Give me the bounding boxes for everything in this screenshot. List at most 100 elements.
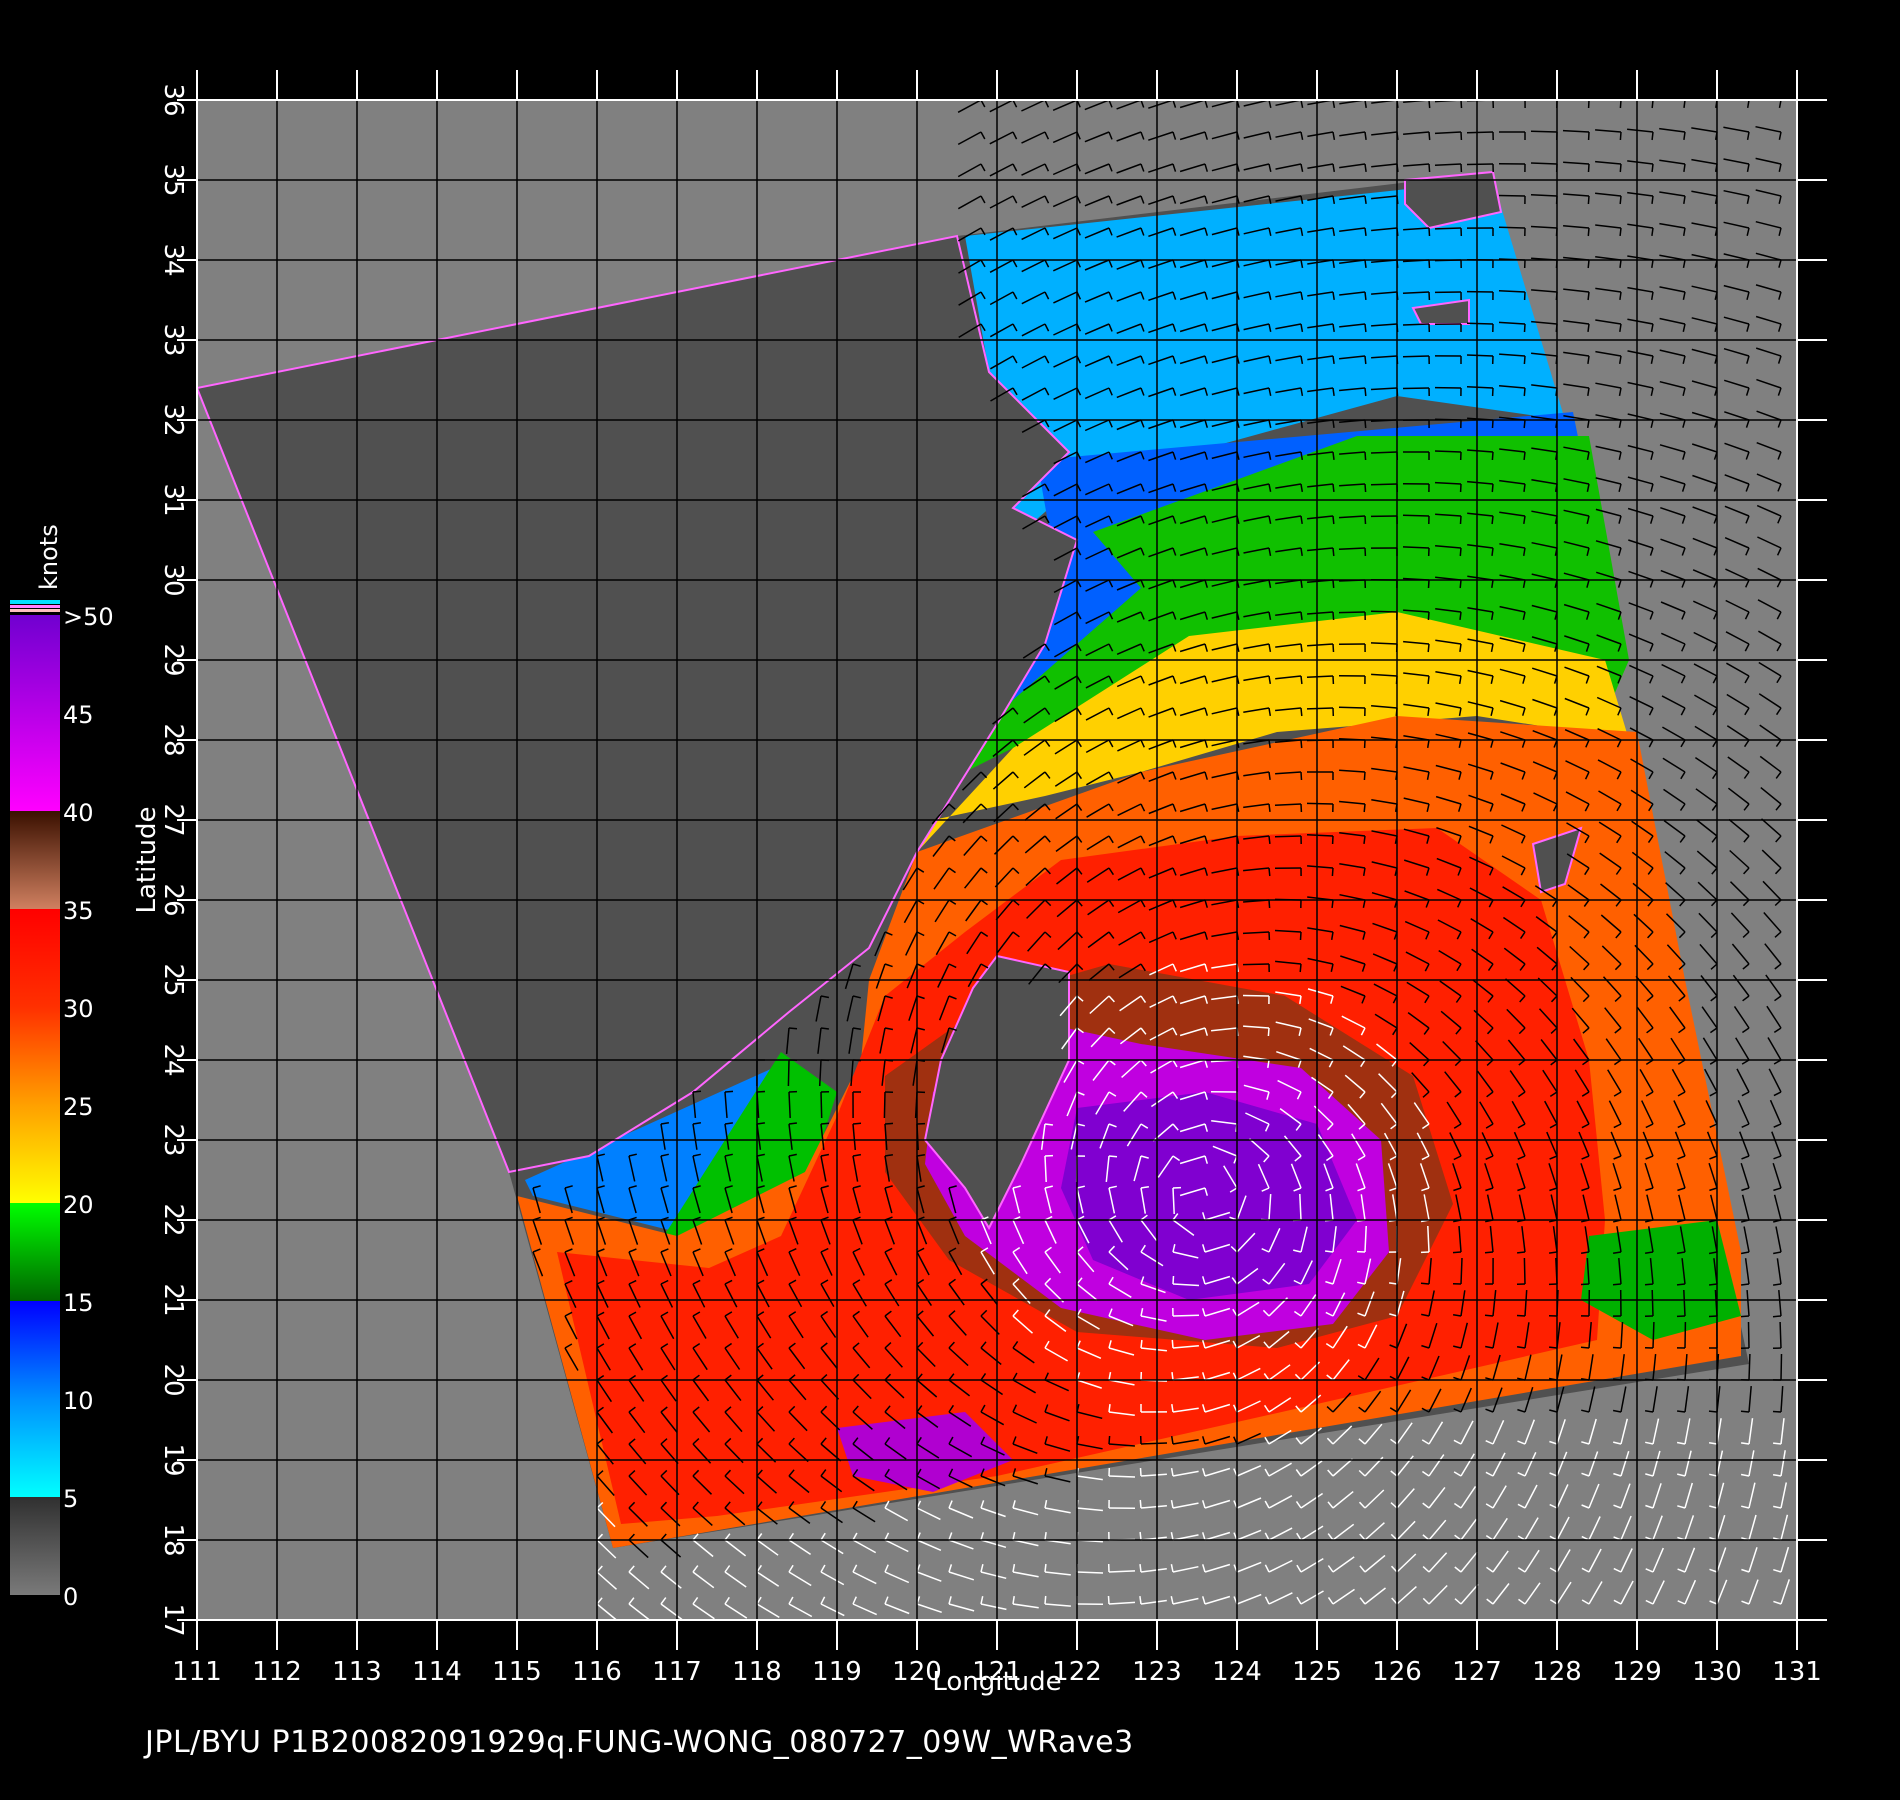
wind-vector-barb	[1612, 1283, 1622, 1286]
wind-vector-barb	[724, 1090, 734, 1093]
wind-vector-barb	[1428, 163, 1431, 173]
wind-vector-barb	[1523, 387, 1526, 397]
wind-vector-barb	[1299, 931, 1302, 941]
colorbar-labels: >50 45 40 35 30 25 20 15 10 5 0	[63, 603, 114, 1611]
wind-vector-barb	[1619, 131, 1622, 141]
colorbar-tick-label: 25	[63, 1093, 94, 1121]
lat-tick-label: 31	[158, 483, 188, 516]
wind-vector-barb	[1740, 1410, 1750, 1413]
wind-vector-barb	[1300, 611, 1303, 620]
wind-vector-barb	[1044, 1563, 1047, 1573]
wind-vector-barb	[1364, 259, 1367, 268]
wind-vector	[820, 1091, 823, 1119]
lat-tick-label: 29	[158, 643, 188, 676]
wind-vector	[1402, 387, 1430, 390]
wind-vector-barb	[1772, 1315, 1782, 1318]
lon-tick-label: 131	[1772, 1657, 1822, 1687]
wind-vector-barb	[1619, 259, 1622, 268]
wind-vector-barb	[1517, 1251, 1526, 1254]
colorbar-tick-label: 5	[63, 1485, 78, 1513]
wind-vector-barb	[852, 1122, 862, 1125]
colorbar-bar	[10, 615, 60, 1595]
wind-vector-barb	[1587, 163, 1590, 173]
wind-vector	[1434, 227, 1462, 230]
wind-vector-barb	[1331, 867, 1334, 877]
wind-vector-barb	[1332, 611, 1335, 621]
wind-vector-barb	[1420, 1282, 1430, 1285]
wind-vector-barb	[1364, 483, 1367, 493]
wind-vector	[1242, 994, 1270, 997]
wind-vector	[1530, 130, 1558, 133]
wind-vector-barb	[1491, 547, 1494, 556]
wind-vector-barb	[1587, 323, 1590, 332]
wind-vector-barb	[1772, 1410, 1782, 1413]
wind-vector-barb	[1268, 835, 1271, 844]
colorbar-tick-label: 20	[63, 1191, 94, 1219]
wind-vector-barb	[1491, 419, 1494, 429]
lon-tick-label: 118	[732, 1657, 782, 1687]
wind-vector-barb	[1172, 1275, 1175, 1285]
colorbar-tick-label: 15	[63, 1289, 94, 1317]
wind-vector-barb	[1332, 547, 1335, 557]
wind-vector-barb	[1363, 835, 1366, 844]
wind-vector-barb	[1651, 100, 1654, 109]
lat-tick-label: 23	[158, 1123, 188, 1156]
wind-vector	[1140, 1442, 1168, 1445]
wind-vector-barb	[1300, 643, 1303, 652]
lon-tick-label: 111	[172, 1657, 222, 1687]
wind-vector-barb	[1708, 1315, 1718, 1318]
colorbar-tick-label: 10	[63, 1387, 94, 1415]
wind-vector-barb	[1683, 100, 1686, 108]
lon-tick-label: 123	[1132, 1657, 1182, 1687]
lat-tick-label: 35	[158, 163, 188, 196]
wind-vector-barb	[1459, 547, 1462, 557]
wind-vector-barb	[1580, 1283, 1590, 1286]
lon-tick-label: 114	[412, 1657, 462, 1687]
wind-vector-barb	[1491, 451, 1494, 461]
wind-vector	[1108, 1475, 1136, 1478]
wind-vector	[1306, 707, 1334, 710]
wind-vector	[1338, 706, 1366, 709]
x-axis-title: Longitude	[932, 1667, 1061, 1697]
wind-vector-barb	[820, 1122, 830, 1125]
wind-vector	[1338, 611, 1366, 614]
wind-vector-barb	[1300, 675, 1303, 685]
wind-vector	[1748, 1353, 1751, 1381]
wind-vector-barb	[1580, 1346, 1590, 1349]
wind-vector-barb	[1332, 483, 1335, 492]
lat-tick-label: 33	[158, 323, 188, 356]
lat-tick-label: 26	[158, 883, 188, 916]
wind-vector-barb	[1300, 771, 1303, 781]
wind-vector-barb	[1300, 707, 1303, 717]
wind-vector	[1402, 355, 1430, 358]
wind-vector	[1747, 1321, 1750, 1349]
wind-vector-barb	[1651, 195, 1654, 204]
wind-vector-barb	[820, 1027, 829, 1030]
wind-vector-barb	[1587, 195, 1590, 205]
wind-vector-barb	[1460, 100, 1463, 109]
wind-vector-barb	[1427, 579, 1430, 589]
lon-tick-label: 113	[332, 1657, 382, 1687]
lat-tick-label: 24	[158, 1043, 188, 1076]
lat-tick-label: 34	[158, 243, 188, 276]
wind-vector-barb	[1332, 515, 1335, 525]
y-axis-title: Latitude	[132, 806, 162, 913]
lat-tick-label: 19	[158, 1443, 188, 1476]
wind-vector-barb	[1364, 515, 1367, 525]
wind-vector-barb	[1364, 451, 1367, 461]
wind-vector-barb	[1612, 1346, 1622, 1349]
wind-vector	[1434, 450, 1462, 453]
wind-vector	[1370, 451, 1398, 454]
lon-tick-label: 124	[1212, 1657, 1262, 1687]
lat-tick-label: 17	[158, 1603, 188, 1636]
wind-vector	[1498, 226, 1526, 229]
lon-tick-label: 112	[252, 1657, 302, 1687]
lon-tick-label: 115	[492, 1657, 542, 1687]
wind-vector-barb	[1428, 131, 1431, 141]
colorbar-tick-label: 45	[63, 701, 94, 729]
colorbar-overflow-marker	[10, 609, 60, 612]
wind-vector	[1523, 1257, 1526, 1285]
wind-vector	[1530, 162, 1558, 165]
wind-vector-barb	[788, 1027, 798, 1030]
wind-vector-barb	[1332, 643, 1335, 653]
